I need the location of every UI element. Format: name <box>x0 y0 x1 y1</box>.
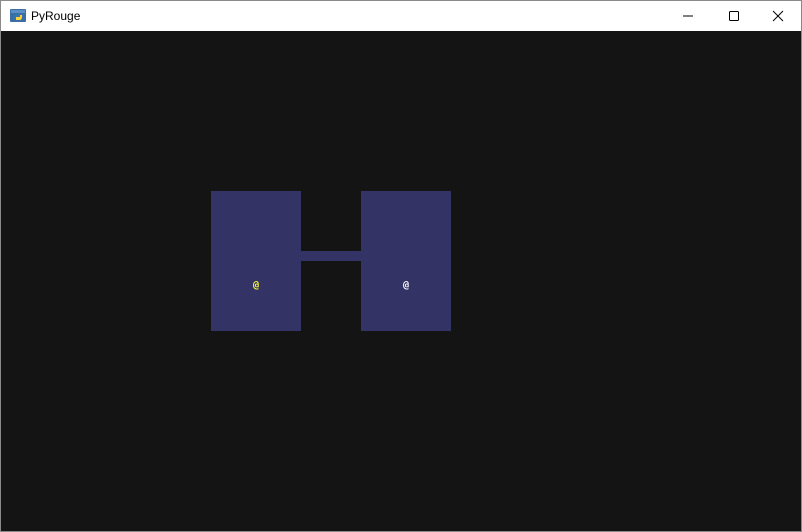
maximize-button[interactable] <box>711 1 757 31</box>
minimize-icon <box>683 15 693 17</box>
player-glyph: @ <box>252 280 260 291</box>
app-window: PyRouge @ @ <box>0 0 802 532</box>
corridor <box>301 251 361 261</box>
close-icon <box>772 10 784 22</box>
window-title: PyRouge <box>31 9 81 23</box>
minimize-button[interactable] <box>665 1 711 31</box>
title-bar[interactable]: PyRouge <box>1 1 801 31</box>
game-map[interactable]: @ @ <box>1 31 801 531</box>
maximize-icon <box>729 11 739 21</box>
npc-glyph: @ <box>402 280 410 291</box>
room-right <box>361 191 451 331</box>
python-icon <box>10 9 26 22</box>
close-button[interactable] <box>755 1 801 31</box>
room-left <box>211 191 301 331</box>
